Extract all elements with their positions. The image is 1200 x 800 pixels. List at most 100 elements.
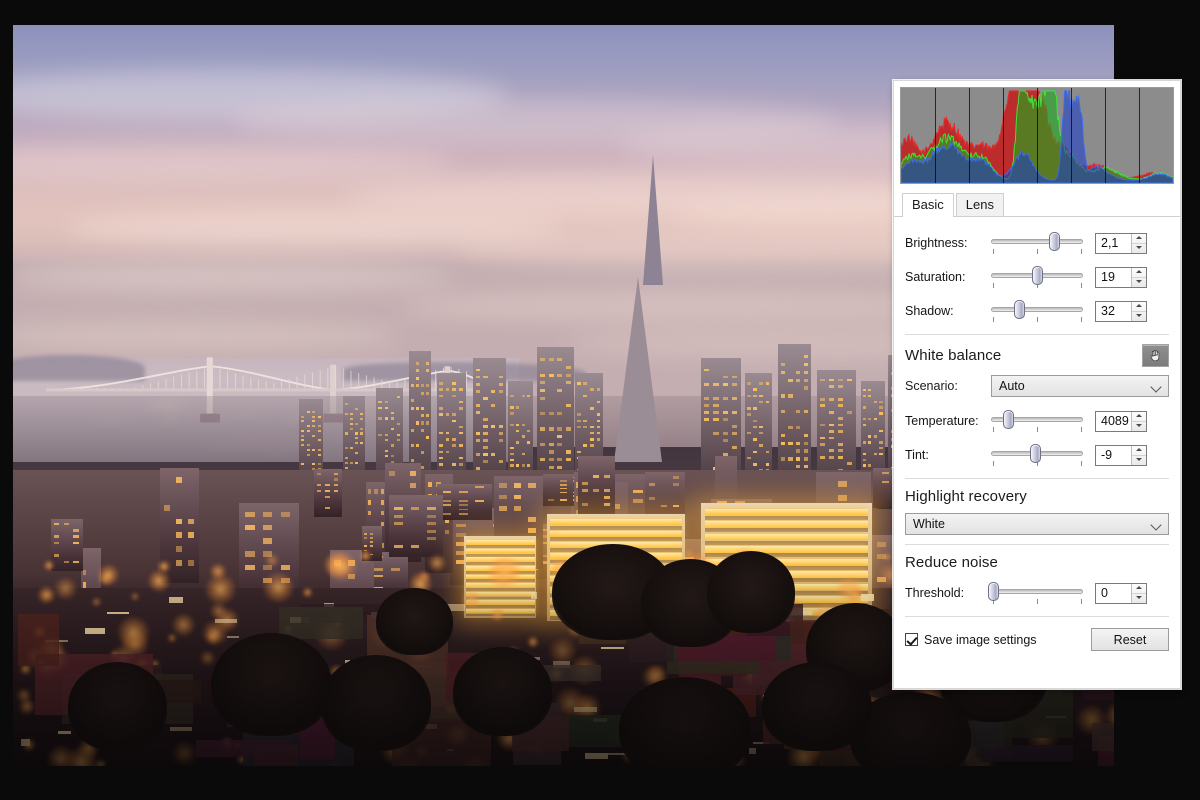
shadow-stepper[interactable] bbox=[1131, 301, 1146, 321]
checkbox-checked-icon[interactable] bbox=[905, 633, 918, 646]
scenario-dropdown[interactable]: Auto bbox=[991, 375, 1169, 397]
saturation-spinbox[interactable]: 19 bbox=[1095, 266, 1147, 288]
tint-spinbox[interactable]: -9 bbox=[1095, 444, 1147, 466]
window bbox=[722, 432, 728, 435]
window bbox=[722, 375, 728, 379]
slider-track bbox=[991, 589, 1083, 594]
slider-handle[interactable] bbox=[1013, 300, 1025, 319]
window bbox=[445, 413, 450, 416]
window bbox=[421, 384, 425, 388]
saturation-slider[interactable] bbox=[991, 264, 1083, 290]
saturation-stepper[interactable] bbox=[1131, 267, 1146, 287]
hotel-lit-band bbox=[549, 519, 682, 526]
window bbox=[837, 480, 847, 487]
temperature-slider[interactable] bbox=[991, 408, 1083, 434]
brightness-stepper[interactable] bbox=[1131, 233, 1146, 253]
stepper-up[interactable] bbox=[1132, 446, 1146, 456]
tab-lens[interactable]: Lens bbox=[955, 193, 1004, 217]
window bbox=[475, 368, 481, 372]
save-image-settings-checkbox[interactable]: Save image settings bbox=[905, 633, 1037, 647]
brightness-spinbox[interactable]: 2,1 bbox=[1095, 232, 1147, 254]
hotel-lit-band bbox=[704, 521, 869, 528]
threshold-slider[interactable] bbox=[987, 580, 1083, 606]
temperature-stepper[interactable] bbox=[1131, 411, 1146, 431]
window bbox=[410, 470, 417, 476]
window bbox=[369, 541, 373, 543]
window bbox=[439, 382, 443, 385]
window bbox=[426, 514, 436, 518]
stepper-up[interactable] bbox=[1132, 302, 1146, 312]
window bbox=[442, 499, 452, 502]
window bbox=[301, 420, 305, 423]
slider-handle[interactable] bbox=[1030, 444, 1042, 463]
window bbox=[421, 428, 425, 432]
window bbox=[731, 375, 737, 379]
window bbox=[868, 435, 872, 438]
tint-stepper[interactable] bbox=[1131, 445, 1146, 465]
temperature-value[interactable]: 4089 bbox=[1096, 412, 1131, 431]
save-image-settings-label: Save image settings bbox=[924, 632, 1037, 647]
saturation-value[interactable]: 19 bbox=[1096, 268, 1131, 287]
hotel-balcony bbox=[704, 540, 869, 545]
stepper-down[interactable] bbox=[1132, 456, 1146, 465]
window bbox=[411, 458, 414, 462]
tint-slider[interactable] bbox=[991, 442, 1083, 468]
stepper-down[interactable] bbox=[1132, 278, 1146, 287]
stepper-down[interactable] bbox=[1132, 594, 1146, 603]
window bbox=[384, 406, 388, 409]
stepper-down[interactable] bbox=[1132, 312, 1146, 321]
window bbox=[589, 438, 594, 441]
stepper-up[interactable] bbox=[1132, 268, 1146, 278]
stepper-up[interactable] bbox=[1132, 234, 1146, 244]
window bbox=[780, 410, 786, 414]
window bbox=[394, 514, 403, 518]
slider-handle[interactable] bbox=[1048, 232, 1060, 251]
window bbox=[306, 410, 310, 413]
window bbox=[803, 378, 808, 382]
window bbox=[548, 442, 554, 446]
window bbox=[765, 400, 769, 404]
window bbox=[592, 489, 599, 492]
window bbox=[374, 489, 378, 494]
slider-handle[interactable] bbox=[987, 582, 999, 601]
stepper-up[interactable] bbox=[1132, 412, 1146, 422]
stepper-down[interactable] bbox=[1132, 244, 1146, 253]
slider-handle[interactable] bbox=[1002, 410, 1014, 429]
window bbox=[521, 394, 525, 398]
shadow-slider[interactable] bbox=[991, 298, 1083, 324]
brightness-value[interactable]: 2,1 bbox=[1096, 234, 1131, 253]
threshold-value[interactable]: 0 bbox=[1096, 584, 1131, 603]
window bbox=[458, 400, 463, 404]
window bbox=[515, 464, 520, 467]
window bbox=[325, 484, 330, 487]
shadow-spinbox[interactable]: 32 bbox=[1095, 300, 1147, 322]
slider-handle[interactable] bbox=[1032, 266, 1043, 285]
window bbox=[452, 463, 457, 466]
shadow-value[interactable]: 32 bbox=[1096, 302, 1131, 321]
window bbox=[426, 537, 436, 541]
window bbox=[731, 424, 737, 428]
brightness-slider[interactable] bbox=[991, 230, 1083, 256]
stepper-up[interactable] bbox=[1132, 584, 1146, 594]
rgb-histogram[interactable] bbox=[900, 87, 1174, 184]
window bbox=[483, 453, 488, 457]
threshold-spinbox[interactable]: 0 bbox=[1095, 582, 1147, 604]
window bbox=[868, 418, 872, 421]
tint-value[interactable]: -9 bbox=[1096, 446, 1131, 465]
stepper-down[interactable] bbox=[1132, 422, 1146, 431]
window bbox=[838, 449, 844, 453]
window bbox=[581, 481, 588, 485]
window bbox=[513, 505, 522, 511]
hand-icon-button[interactable] bbox=[1142, 344, 1169, 367]
highlight-recovery-dropdown[interactable]: White bbox=[905, 513, 1169, 535]
temperature-spinbox[interactable]: 4089 bbox=[1095, 410, 1147, 432]
window bbox=[704, 382, 710, 386]
tab-basic[interactable]: Basic bbox=[902, 193, 954, 218]
window bbox=[317, 425, 322, 428]
window bbox=[540, 442, 545, 446]
window bbox=[589, 407, 594, 410]
window bbox=[528, 517, 537, 522]
threshold-stepper[interactable] bbox=[1131, 583, 1146, 603]
reset-button[interactable]: Reset bbox=[1091, 628, 1169, 651]
window bbox=[410, 507, 420, 511]
